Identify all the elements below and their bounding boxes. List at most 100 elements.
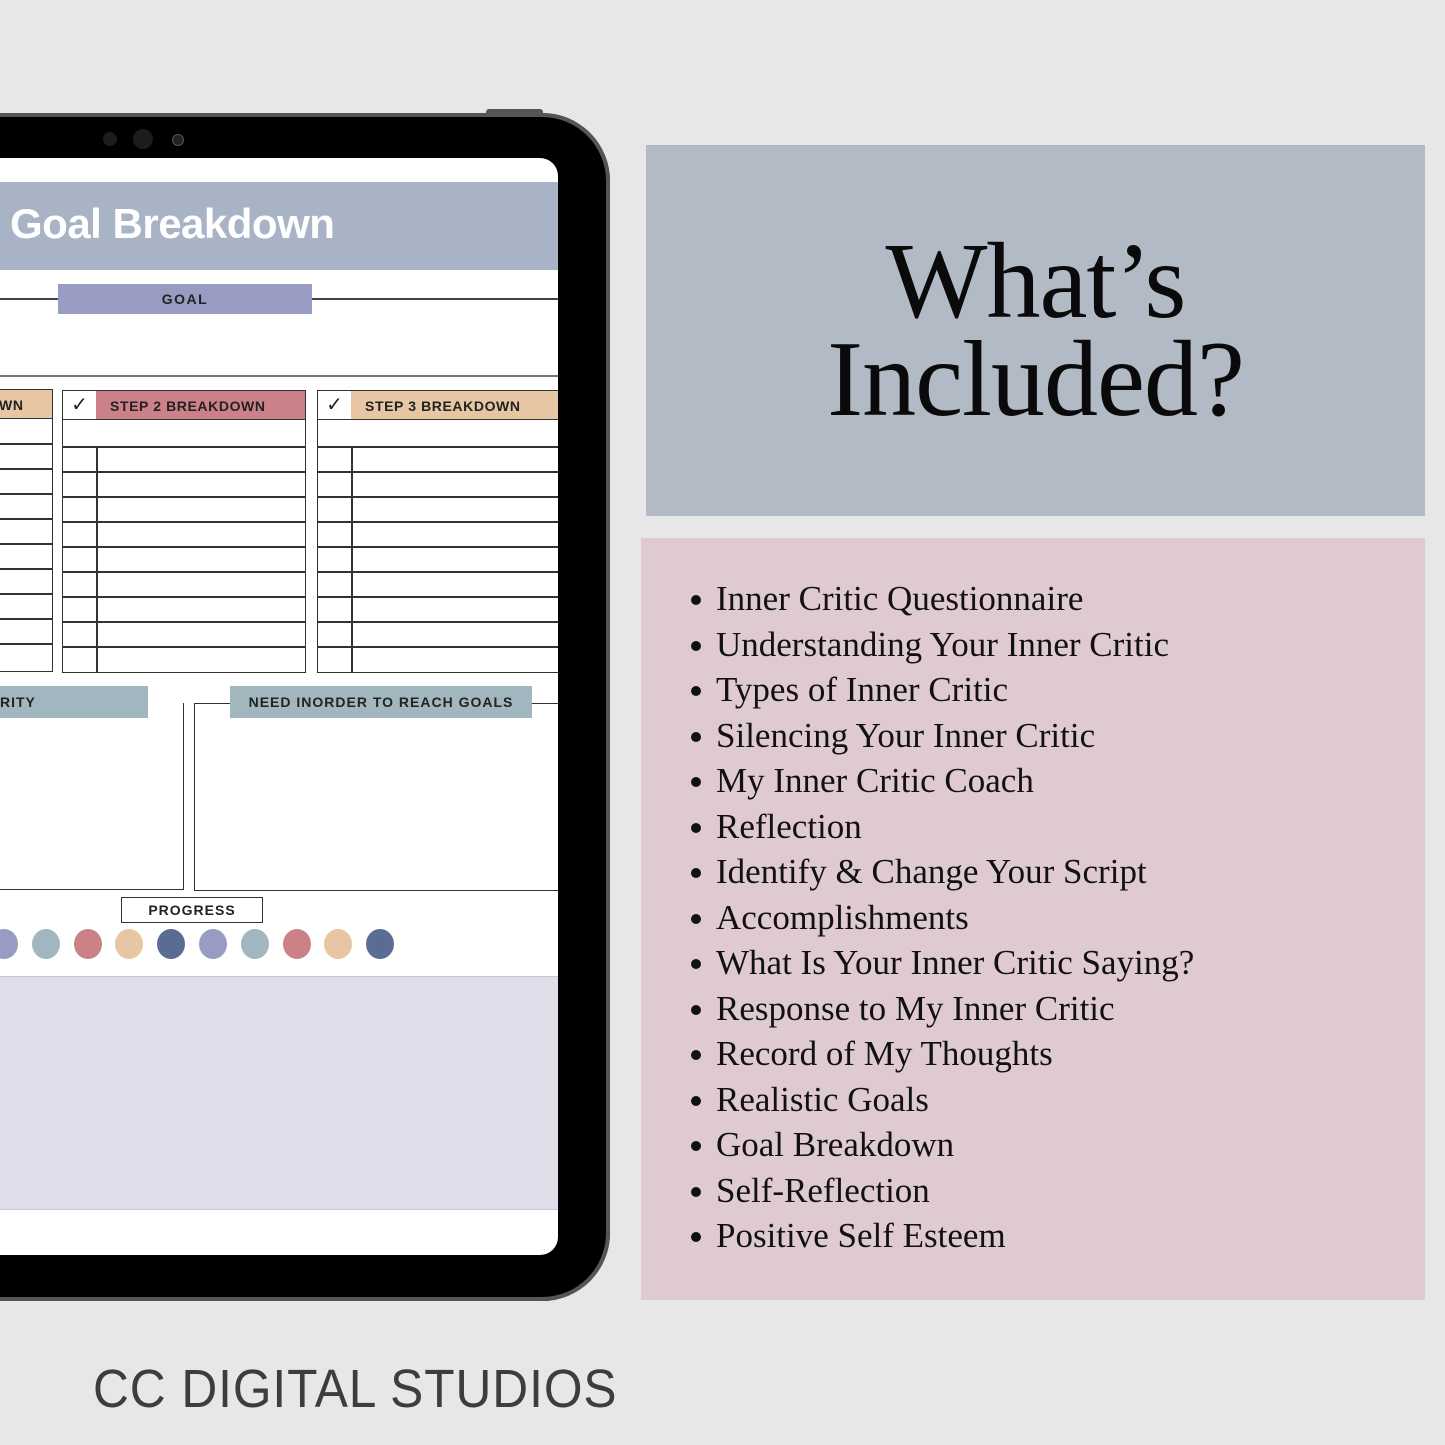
row-line [318, 646, 558, 648]
bullet-icon [691, 640, 701, 651]
row-line [318, 446, 558, 448]
progress-dot[interactable] [115, 929, 144, 959]
bullet-icon [691, 777, 701, 787]
included-item-label: Accomplishments [716, 897, 969, 937]
step-3-label: STEP 3 BREAKDOWN [351, 391, 558, 419]
progress-label: PROGRESS [121, 897, 263, 923]
included-item: Self-Reflection [691, 1168, 1194, 1214]
progress-dot[interactable] [240, 929, 269, 959]
whats-included-title: What’s Included? [646, 228, 1425, 439]
row-line [318, 471, 558, 473]
included-item-label: Realistic Goals [716, 1079, 929, 1119]
need-to-reach-goals-box[interactable] [194, 703, 558, 891]
step-3-breakdown-column: ✓ STEP 3 BREAKDOWN [317, 390, 558, 673]
bullet-icon [691, 822, 701, 833]
camera-sensor-icon [103, 132, 117, 146]
bullet-icon [691, 1050, 701, 1060]
row-line [0, 643, 52, 645]
row-line [63, 496, 305, 498]
included-item-label: Record of My Thoughts [716, 1034, 1053, 1073]
included-item: Realistic Goals [691, 1077, 1194, 1123]
included-item: What Is Your Inner Critic Saying? [691, 940, 1194, 986]
step-2-label: STEP 2 BREAKDOWN [96, 391, 305, 419]
tablet-screen: Goal Breakdown GOAL WN ✓ STEP 2 BREAKDOW… [0, 158, 558, 1255]
row-line [63, 471, 305, 473]
progress-dot[interactable] [31, 929, 60, 959]
row-line [0, 568, 52, 570]
included-items-panel: Inner Critic Questionnaire Understanding … [641, 538, 1425, 1300]
row-line [318, 621, 558, 623]
camera-lens-icon [133, 129, 153, 149]
included-item-label: Self-Reflection [716, 1170, 930, 1210]
included-item: Identify & Change Your Script [691, 849, 1194, 895]
step-1-breakdown-column: WN [0, 389, 53, 672]
row-line [63, 571, 305, 573]
priority-label: RITY [0, 686, 148, 718]
row-line [63, 596, 305, 598]
included-items-list: Inner Critic Questionnaire Understanding … [691, 576, 1194, 1259]
step-2-header: ✓ STEP 2 BREAKDOWN [63, 391, 305, 420]
included-item-label: Identify & Change Your Script [716, 852, 1147, 891]
row-line [318, 496, 558, 498]
included-item-label: Reflection [716, 806, 862, 846]
camera-flash-icon [172, 134, 184, 146]
bullet-icon [691, 1232, 701, 1242]
row-line [0, 593, 52, 595]
row-line [318, 546, 558, 548]
checkmark-icon[interactable]: ✓ [318, 391, 351, 419]
progress-dot[interactable] [366, 929, 395, 959]
lower-notes-area [0, 976, 558, 1210]
included-item: Silencing Your Inner Critic [691, 713, 1194, 759]
checkmark-icon[interactable]: ✓ [63, 391, 96, 419]
row-line [63, 446, 305, 448]
checkbox-divider [351, 447, 353, 672]
progress-dot[interactable] [282, 929, 311, 959]
included-item: Understanding Your Inner Critic [691, 622, 1194, 668]
progress-dot[interactable] [324, 929, 353, 959]
included-item: Inner Critic Questionnaire [691, 576, 1194, 622]
bullet-icon [691, 686, 701, 696]
bullet-icon [691, 959, 701, 969]
row-line [318, 521, 558, 523]
goal-bottom-line [0, 375, 558, 377]
bullet-icon [691, 913, 701, 924]
title-line-2: Included? [827, 320, 1245, 439]
checkbox-divider [96, 447, 98, 672]
included-item-label: Response to My Inner Critic [716, 988, 1115, 1028]
included-item: Response to My Inner Critic [691, 986, 1194, 1032]
included-item-label: My Inner Critic Coach [716, 761, 1034, 800]
step-2-breakdown-column: ✓ STEP 2 BREAKDOWN [62, 390, 306, 673]
progress-dots [0, 929, 410, 961]
progress-dot[interactable] [0, 929, 18, 959]
bullet-icon [691, 595, 701, 605]
step-1-label: WN [0, 397, 24, 413]
included-item: Types of Inner Critic [691, 667, 1194, 713]
row-line [0, 493, 52, 495]
row-line [318, 571, 558, 573]
bullet-icon [691, 731, 701, 742]
row-line [0, 543, 52, 545]
bullet-icon [691, 1141, 701, 1151]
goal-label: GOAL [58, 284, 312, 314]
row-line [63, 521, 305, 523]
included-item-label: Positive Self Esteem [716, 1216, 1006, 1255]
included-item-label: What Is Your Inner Critic Saying? [716, 943, 1195, 982]
included-item: My Inner Critic Coach [691, 758, 1194, 804]
step-1-header: WN [0, 390, 52, 419]
row-line [0, 618, 52, 620]
progress-dot[interactable] [73, 929, 102, 959]
progress-dot[interactable] [157, 929, 186, 959]
included-item: Accomplishments [691, 895, 1194, 941]
row-line [318, 596, 558, 598]
page-title: Goal Breakdown [10, 200, 335, 247]
progress-dot[interactable] [199, 929, 227, 959]
included-item: Goal Breakdown [691, 1122, 1194, 1168]
priority-box[interactable] [0, 703, 184, 890]
included-item: Reflection [691, 804, 1194, 850]
row-line [0, 468, 52, 470]
included-item-label: Silencing Your Inner Critic [716, 715, 1096, 755]
included-item: Record of My Thoughts [691, 1031, 1194, 1077]
bullet-icon [691, 1095, 701, 1106]
row-line [63, 621, 305, 623]
included-item: Positive Self Esteem [691, 1213, 1194, 1259]
